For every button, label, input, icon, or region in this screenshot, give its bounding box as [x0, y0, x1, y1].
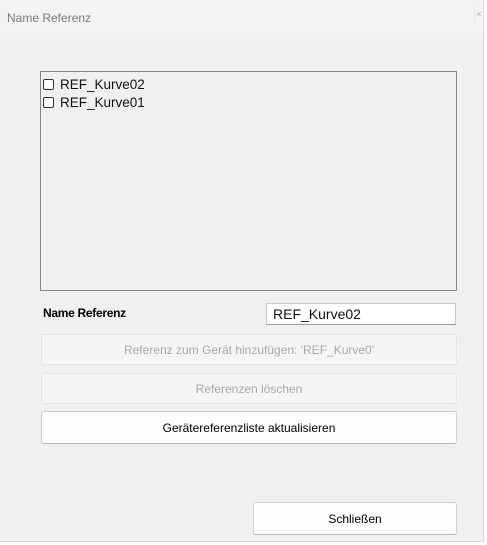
close-button[interactable]: Schließen — [253, 502, 457, 535]
list-item[interactable]: REF_Kurve01 — [43, 93, 145, 111]
delete-references-button[interactable]: Referenzen löschen — [41, 373, 457, 404]
add-reference-button[interactable]: Referenz zum Gerät hinzufügen: 'REF_Kurv… — [41, 334, 457, 365]
title-bar[interactable]: Name Referenz × — [0, 0, 483, 38]
list-item[interactable]: REF_Kurve02 — [43, 75, 145, 93]
list-item-label: REF_Kurve02 — [60, 76, 145, 92]
close-icon[interactable]: × — [474, 6, 483, 22]
window-title: Name Referenz — [7, 11, 92, 25]
checkbox[interactable] — [43, 96, 54, 108]
name-reference-label: Name Referenz — [43, 306, 126, 320]
refresh-reference-list-button[interactable]: Gerätereferenzliste aktualisieren — [41, 411, 457, 444]
reference-list[interactable]: REF_Kurve02 REF_Kurve01 — [40, 71, 457, 291]
name-reference-input[interactable] — [266, 303, 456, 325]
list-item-label: REF_Kurve01 — [60, 94, 145, 110]
dialog-window: Name Referenz × REF_Kurve02 REF_Kurve01 … — [0, 0, 484, 542]
checkbox[interactable] — [43, 78, 54, 90]
